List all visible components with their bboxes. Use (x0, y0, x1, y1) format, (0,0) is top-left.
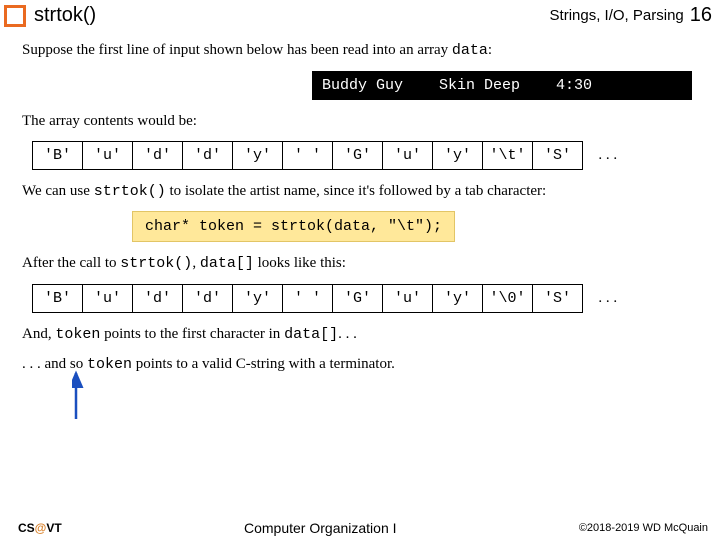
arr1-cell: 'S' (533, 141, 583, 169)
arr1-ellipsis: . . . (583, 141, 633, 169)
p5-c: points to the first character in (100, 326, 284, 342)
footer-cs-text: CS (18, 521, 35, 535)
code-dataarr: data[] (200, 255, 254, 272)
arr1-cell: 'd' (133, 141, 183, 169)
arr1-cell: 'G' (333, 141, 383, 169)
code-box-1: char* token = strtok(data, "\t"); (132, 211, 455, 242)
footer: CS@VT Computer Organization I ©2018-2019… (0, 520, 720, 536)
p6-a: . . . and so (22, 356, 87, 372)
arr2-cell: 'y' (233, 285, 283, 313)
footer-cs: CS@VT (18, 521, 62, 535)
para-intro: Suppose the first line of input shown be… (22, 41, 704, 61)
code-token: token (55, 326, 100, 343)
arr1-cell: 'u' (383, 141, 433, 169)
arr2-cell: 'G' (333, 285, 383, 313)
arr2-cell: 'u' (83, 285, 133, 313)
code-strtok-2: strtok() (120, 255, 192, 272)
p6-c: points to a valid C-string with a termin… (132, 356, 395, 372)
arr2-cell: 'u' (383, 285, 433, 313)
para-array-contents: The array contents would be: (22, 112, 704, 131)
arr1-cell: '\t' (483, 141, 533, 169)
slide-topic: Strings, I/O, Parsing (550, 7, 684, 24)
slide-number: 16 (690, 4, 712, 27)
code-token-2: token (87, 356, 132, 373)
input-black-box: Buddy Guy Skin Deep 4:30 (312, 71, 692, 100)
p5-e: . . . (338, 326, 357, 342)
arr2-cell: '\0' (483, 285, 533, 313)
arr2-ellipsis: . . . (583, 285, 633, 313)
para-token-points: And, token points to the first character… (22, 325, 704, 345)
arrow-icon (72, 367, 112, 427)
arr2-cell: 'S' (533, 285, 583, 313)
arr2-cell: 'd' (133, 285, 183, 313)
p4-e: looks like this: (254, 255, 346, 271)
para-intro-text-c: : (488, 42, 492, 58)
arr2-cell: 'y' (433, 285, 483, 313)
array-table-2: 'B' 'u' 'd' 'd' 'y' ' ' 'G' 'u' 'y' '\0'… (32, 284, 633, 313)
footer-at-text: @ (35, 521, 47, 535)
p4-c: , (192, 255, 200, 271)
arr2-cell: 'B' (33, 285, 83, 313)
arr1-cell: 'u' (83, 141, 133, 169)
arr1-cell: 'y' (433, 141, 483, 169)
arr2-cell: 'd' (183, 285, 233, 313)
p3-c: to isolate the artist name, since it's f… (166, 183, 547, 199)
p3-a: We can use (22, 183, 94, 199)
code-dataarr-2: data[] (284, 326, 338, 343)
code-data: data (452, 42, 488, 59)
arr1-cell: 'd' (183, 141, 233, 169)
footer-course: Computer Organization I (62, 520, 579, 536)
array-table-1: 'B' 'u' 'd' 'd' 'y' ' ' 'G' 'u' 'y' '\t'… (32, 141, 633, 170)
para-intro-text-a: Suppose the first line of input shown be… (22, 42, 452, 58)
para-strtok-use: We can use strtok() to isolate the artis… (22, 182, 704, 202)
footer-vt-text: VT (46, 521, 61, 535)
arr2-cell: ' ' (283, 285, 333, 313)
arr1-cell: 'B' (33, 141, 83, 169)
arr1-cell: ' ' (283, 141, 333, 169)
para-after-call: After the call to strtok(), data[] looks… (22, 254, 704, 274)
footer-copy: ©2018-2019 WD McQuain (579, 522, 708, 534)
p5-a: And, (22, 326, 55, 342)
p4-a: After the call to (22, 255, 120, 271)
para-conclusion: . . . and so token points to a valid C-s… (22, 355, 704, 375)
arr1-cell: 'y' (233, 141, 283, 169)
slide-title: strtok() (34, 4, 96, 27)
code-strtok: strtok() (94, 183, 166, 200)
logo-square (4, 5, 26, 27)
